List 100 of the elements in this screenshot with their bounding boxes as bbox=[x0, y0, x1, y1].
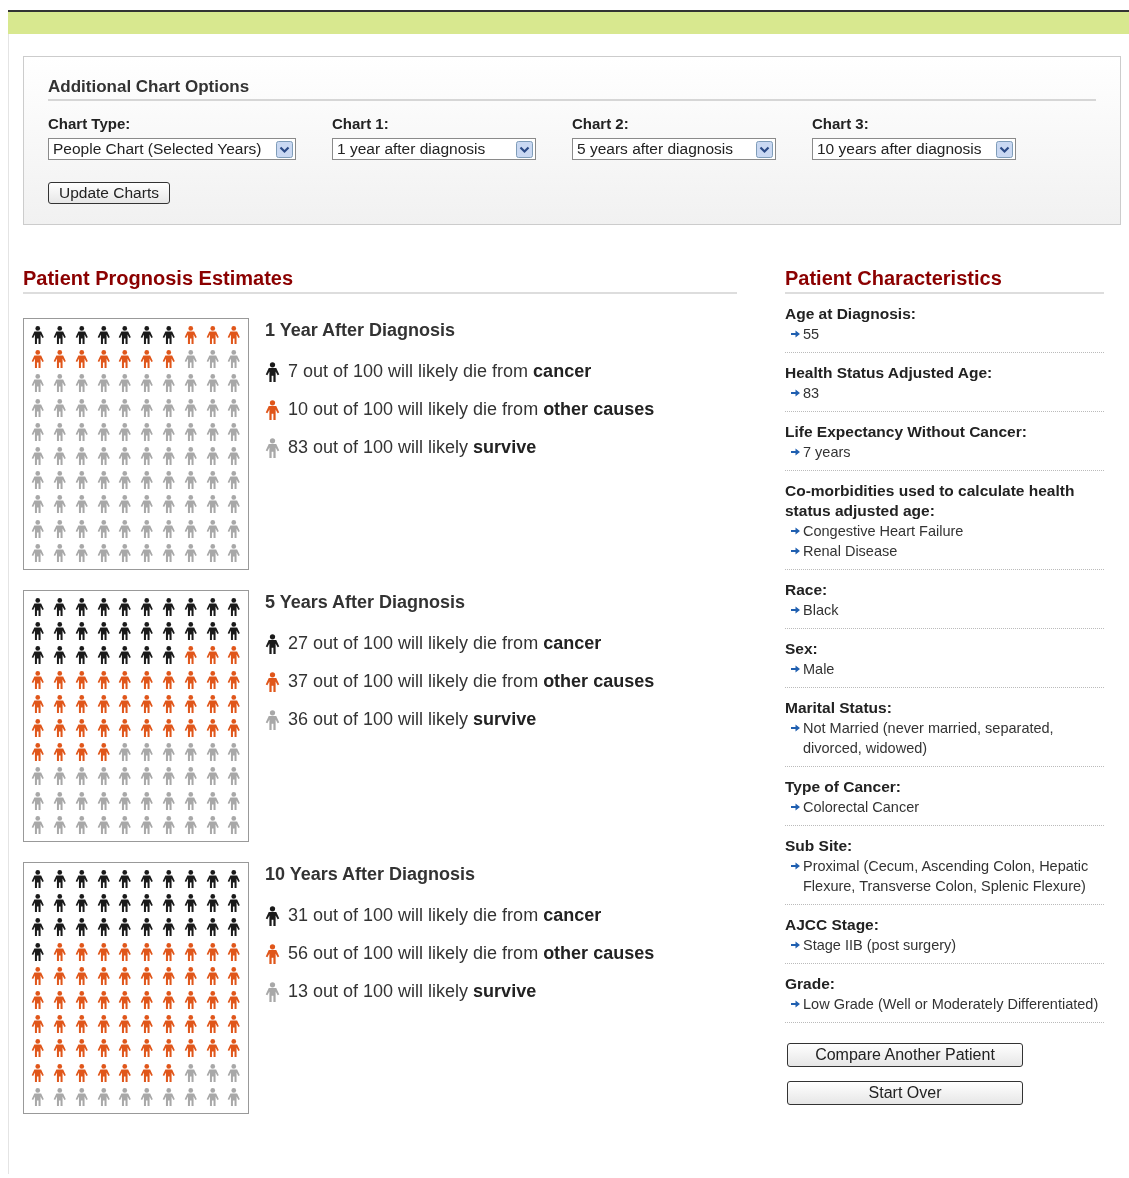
person-icon bbox=[161, 991, 176, 1010]
person-icon bbox=[31, 719, 45, 738]
person-icon bbox=[96, 1015, 111, 1034]
person-icon bbox=[161, 519, 176, 538]
characteristic-value: Black bbox=[803, 601, 839, 620]
person-icon bbox=[118, 495, 132, 514]
person-icon bbox=[205, 791, 220, 810]
person-icon bbox=[161, 767, 176, 786]
person-icon bbox=[183, 471, 198, 490]
person-icon bbox=[227, 519, 241, 538]
characteristic-value: Congestive Heart Failure bbox=[803, 522, 964, 541]
person-icon bbox=[74, 1039, 89, 1058]
characteristic-label: Co-morbidities used to calculate health status adjusted age: bbox=[785, 481, 1076, 521]
characteristic-label: Race: bbox=[785, 580, 829, 600]
person-icon bbox=[52, 519, 67, 538]
person-icon bbox=[183, 670, 198, 689]
person-icon bbox=[140, 646, 154, 665]
person-icon bbox=[52, 966, 67, 985]
person-icon bbox=[205, 622, 220, 641]
person-icon bbox=[183, 991, 198, 1010]
person-icon bbox=[118, 543, 132, 562]
person-icon bbox=[140, 767, 154, 786]
person-icon bbox=[183, 598, 198, 617]
person-icon bbox=[140, 815, 154, 834]
panel-title: Additional Chart Options bbox=[48, 77, 1096, 101]
person-icon bbox=[140, 422, 154, 441]
person-icon bbox=[52, 870, 67, 889]
person-icon bbox=[96, 870, 111, 889]
person-icon bbox=[183, 495, 198, 514]
legend-text: 36 out of 100 will likely survive bbox=[288, 709, 537, 730]
field-label: Chart 1: bbox=[332, 115, 390, 132]
characteristic-value: Renal Disease bbox=[803, 542, 898, 561]
dropdown[interactable]: People Chart (Selected Years) bbox=[48, 138, 296, 160]
characteristic-label: Sub Site: bbox=[785, 836, 854, 856]
characteristic-label: Sex: bbox=[785, 639, 819, 659]
person-icon bbox=[118, 1087, 132, 1106]
person-icon bbox=[74, 543, 89, 562]
person-icon bbox=[140, 598, 154, 617]
person-icon bbox=[52, 374, 67, 393]
person-icon bbox=[183, 422, 198, 441]
person-icon bbox=[118, 622, 132, 641]
person-icon bbox=[52, 815, 67, 834]
person-icon bbox=[161, 966, 176, 985]
person-icon bbox=[52, 398, 67, 417]
person-icon bbox=[205, 519, 220, 538]
person-icon bbox=[31, 471, 45, 490]
person-icon bbox=[118, 942, 132, 961]
person-icon bbox=[140, 398, 154, 417]
legend-text: 83 out of 100 will likely survive bbox=[288, 437, 537, 458]
dropdown[interactable]: 1 year after diagnosis bbox=[332, 138, 536, 160]
person-icon bbox=[31, 326, 45, 345]
person-icon bbox=[140, 743, 154, 762]
section-heading: Patient Prognosis Estimates bbox=[23, 267, 737, 294]
dropdown[interactable]: 5 years after diagnosis bbox=[572, 138, 776, 160]
person-icon bbox=[52, 670, 67, 689]
person-icon bbox=[205, 815, 220, 834]
action-button[interactable]: Start Over bbox=[787, 1081, 1023, 1105]
legend-text: 10 out of 100 will likely die from other causes bbox=[288, 399, 655, 420]
person-icon bbox=[96, 991, 111, 1010]
person-icon bbox=[205, 767, 220, 786]
person-icon bbox=[183, 942, 198, 961]
chart-title: 10 Years After Diagnosis bbox=[265, 864, 477, 885]
person-icon bbox=[227, 670, 241, 689]
person-icon bbox=[227, 374, 241, 393]
characteristic-value: Stage IIB (post surgery) bbox=[803, 936, 957, 955]
person-icon bbox=[118, 519, 132, 538]
person-icon bbox=[31, 894, 45, 913]
dropdown[interactable]: 10 years after diagnosis bbox=[812, 138, 1016, 160]
person-icon bbox=[118, 719, 132, 738]
person-icon bbox=[74, 1015, 89, 1034]
person-icon bbox=[96, 374, 111, 393]
person-icon bbox=[140, 670, 154, 689]
person-icon bbox=[96, 918, 111, 937]
person-icon bbox=[227, 1015, 241, 1034]
person-icon bbox=[52, 447, 67, 466]
person-icon bbox=[205, 598, 220, 617]
person-icon bbox=[227, 791, 241, 810]
update-charts-button[interactable]: Update Charts bbox=[48, 182, 170, 204]
person-icon bbox=[74, 791, 89, 810]
person-icon bbox=[183, 374, 198, 393]
person-icon bbox=[118, 743, 132, 762]
person-icon bbox=[74, 1063, 89, 1082]
legend-text: 27 out of 100 will likely die from cancer bbox=[288, 633, 602, 654]
person-icon bbox=[161, 1063, 176, 1082]
person-icon bbox=[183, 622, 198, 641]
person-icon bbox=[227, 743, 241, 762]
person-icon bbox=[140, 894, 154, 913]
person-icon bbox=[161, 815, 176, 834]
person-icon bbox=[31, 743, 45, 762]
characteristic-value: 83 bbox=[803, 384, 820, 403]
action-button[interactable]: Compare Another Patient bbox=[787, 1043, 1023, 1067]
arrow-icon bbox=[791, 448, 800, 456]
person-icon bbox=[31, 767, 45, 786]
person-icon bbox=[161, 791, 176, 810]
person-icon bbox=[74, 894, 89, 913]
person-icon bbox=[74, 966, 89, 985]
person-icon bbox=[74, 991, 89, 1010]
person-icon bbox=[227, 894, 241, 913]
person-icon bbox=[96, 471, 111, 490]
person-icon bbox=[74, 519, 89, 538]
